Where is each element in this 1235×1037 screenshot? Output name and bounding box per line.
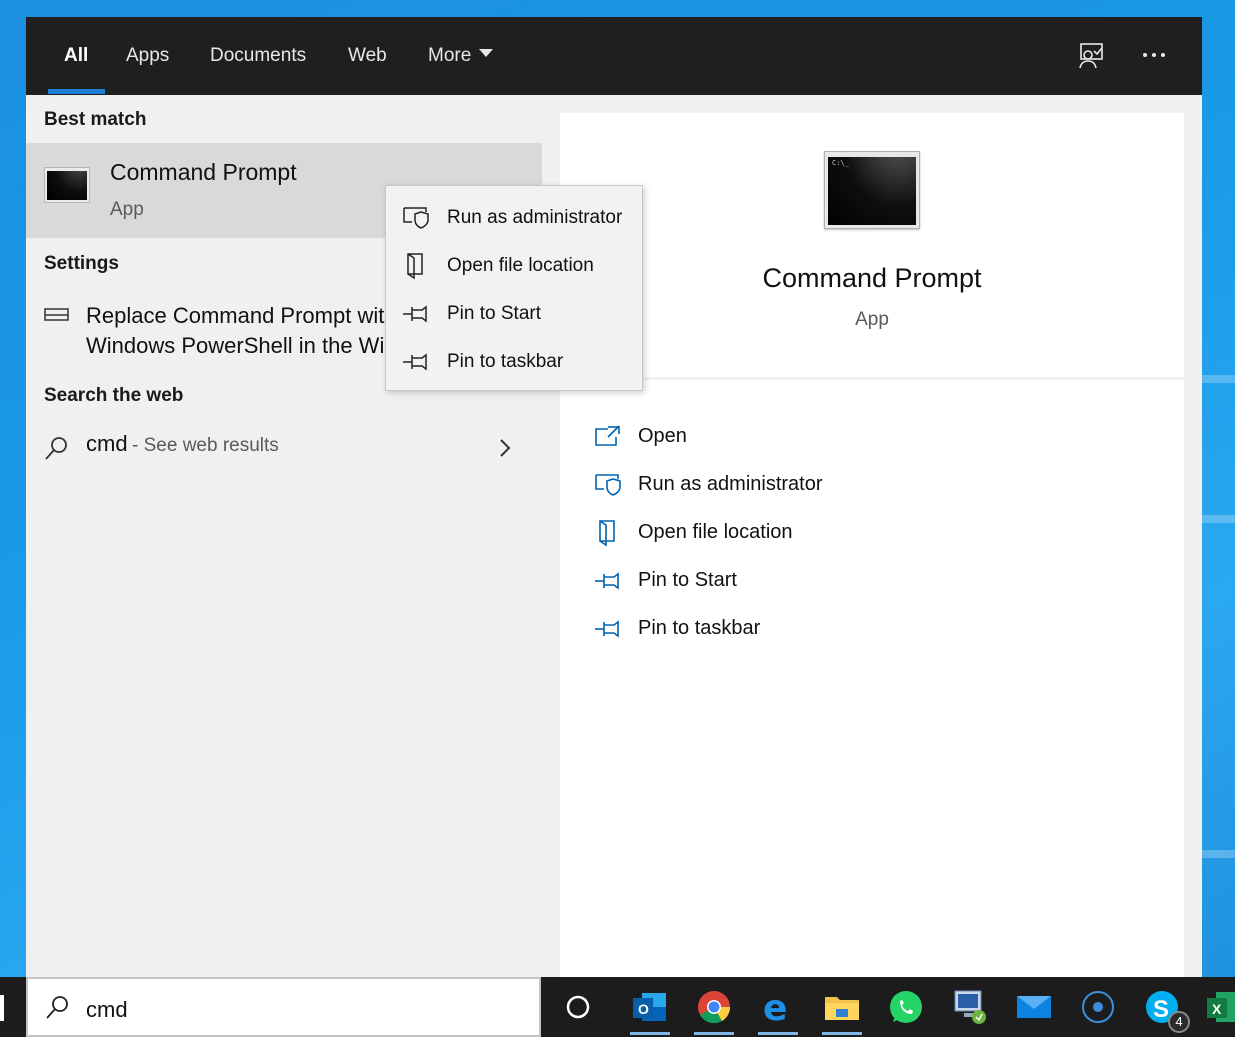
notification-badge: 4	[1168, 1011, 1190, 1033]
svg-text:S: S	[1153, 996, 1169, 1023]
action-pin-to-start[interactable]: Pin to Start	[594, 565, 994, 601]
tab-more[interactable]: More	[428, 41, 494, 71]
cortana-icon[interactable]	[558, 987, 598, 1027]
tab-web[interactable]: Web	[348, 41, 387, 71]
start-button[interactable]	[0, 995, 4, 1021]
command-prompt-large-icon: C:\_	[824, 151, 920, 229]
tab-all[interactable]: All	[64, 41, 88, 71]
search-input-value: cmd	[86, 997, 128, 1022]
svg-text:X: X	[1212, 1001, 1222, 1017]
ctx-run-as-admin-label: Run as administrator	[447, 207, 623, 228]
chevron-down-icon	[479, 48, 494, 57]
chrome-icon[interactable]	[694, 987, 734, 1035]
section-settings: Settings	[44, 253, 119, 274]
running-indicator	[758, 1032, 798, 1035]
taskbar-search-box[interactable]: cmd	[26, 977, 541, 1037]
pin-icon	[594, 615, 622, 643]
search-icon	[44, 993, 72, 1021]
command-prompt-icon	[44, 167, 90, 203]
media-icon[interactable]	[1078, 987, 1118, 1027]
ctx-run-as-admin[interactable]: Run as administrator	[386, 196, 642, 240]
pin-icon	[402, 348, 430, 376]
svg-text:e: e	[763, 988, 787, 1027]
shield-icon	[594, 471, 622, 499]
tab-apps[interactable]: Apps	[126, 41, 169, 71]
web-search-result[interactable]: cmd - See web results	[44, 431, 524, 465]
action-open-file-location-label: Open file location	[638, 521, 793, 543]
outlook-icon[interactable]: O	[630, 987, 670, 1035]
ctx-pin-to-taskbar[interactable]: Pin to taskbar	[386, 340, 642, 384]
feedback-icon[interactable]	[1076, 41, 1106, 71]
action-pin-to-taskbar-label: Pin to taskbar	[638, 617, 761, 639]
action-pin-to-taskbar[interactable]: Pin to taskbar	[594, 613, 994, 649]
ctx-open-file-location[interactable]: Open file location	[386, 244, 642, 288]
ctx-pin-to-start-label: Pin to Start	[447, 303, 541, 324]
remote-desktop-icon[interactable]	[950, 987, 990, 1027]
action-run-as-admin-label: Run as administrator	[638, 473, 823, 495]
action-open-file-location[interactable]: Open file location	[594, 517, 994, 553]
context-menu: Run as administrator Open file location …	[385, 185, 643, 391]
running-indicator	[694, 1032, 734, 1035]
result-title: Command Prompt	[110, 159, 297, 185]
action-open-label: Open	[638, 425, 687, 447]
ctx-pin-to-taskbar-label: Pin to taskbar	[447, 351, 564, 372]
divider	[560, 377, 1184, 380]
web-query: cmd	[86, 431, 128, 456]
pin-icon	[402, 300, 430, 328]
ctx-open-file-location-label: Open file location	[447, 255, 594, 276]
taskbar: cmd O e S 4 X	[0, 977, 1235, 1037]
running-indicator	[822, 1032, 862, 1035]
edge-icon[interactable]: e	[758, 987, 798, 1035]
detail-title: Command Prompt	[762, 263, 982, 293]
search-icon	[44, 435, 70, 466]
action-open[interactable]: Open	[594, 421, 994, 457]
open-icon	[594, 423, 622, 451]
search-window: All Apps Documents Web More Best match C	[26, 17, 1202, 977]
ctx-pin-to-start[interactable]: Pin to Start	[386, 292, 642, 336]
folder-location-icon	[402, 252, 430, 280]
file-explorer-icon[interactable]	[822, 987, 862, 1035]
result-type: App	[110, 199, 144, 220]
folder-location-icon	[594, 519, 622, 547]
skype-icon[interactable]: S 4	[1142, 987, 1190, 1033]
section-search-web: Search the web	[44, 385, 184, 406]
tab-more-label: More	[428, 45, 472, 66]
action-run-as-admin[interactable]: Run as administrator	[594, 469, 994, 505]
web-hint: - See web results	[132, 435, 279, 456]
whatsapp-icon[interactable]	[886, 987, 926, 1027]
chevron-right-icon[interactable]	[498, 437, 512, 464]
mail-icon[interactable]	[1014, 987, 1054, 1027]
running-indicator	[630, 1032, 670, 1035]
pin-icon	[594, 567, 622, 595]
detail-pane: C:\_ Command Prompt App Open Run as admi…	[560, 113, 1184, 977]
shield-icon	[402, 204, 430, 232]
search-scope-bar: All Apps Documents Web More	[26, 17, 1202, 95]
excel-icon[interactable]: X	[1204, 987, 1235, 1027]
svg-text:O: O	[638, 1001, 649, 1017]
more-options-icon[interactable]	[1140, 41, 1170, 71]
detail-type: App	[855, 309, 889, 330]
settings-monitor-icon	[44, 307, 70, 330]
action-pin-to-start-label: Pin to Start	[638, 569, 737, 591]
active-tab-indicator	[48, 89, 105, 94]
section-best-match: Best match	[44, 109, 147, 130]
tab-documents[interactable]: Documents	[210, 41, 306, 71]
